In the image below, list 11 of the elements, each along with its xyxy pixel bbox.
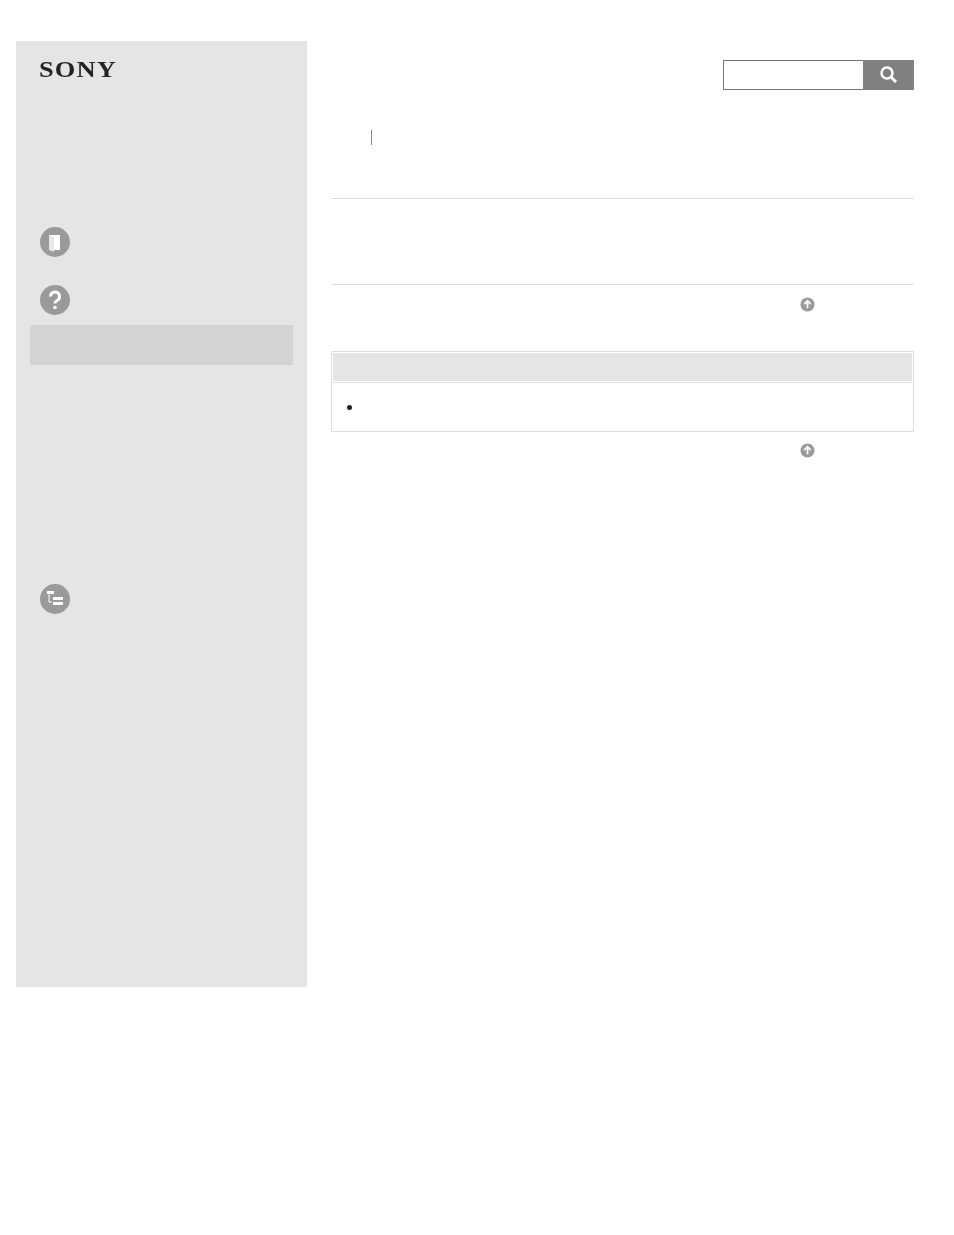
search-field[interactable] xyxy=(723,60,863,90)
tree-icon[interactable] xyxy=(39,583,71,615)
search-button[interactable] xyxy=(863,60,914,90)
brand-logo[interactable]: SONY xyxy=(39,58,118,81)
book-icon[interactable] xyxy=(39,226,71,258)
search-icon xyxy=(878,65,899,85)
back-to-top-icon[interactable] xyxy=(800,297,815,312)
bullet-icon xyxy=(347,405,352,410)
separator-bar xyxy=(371,130,372,145)
back-to-top-icon[interactable] xyxy=(800,443,815,458)
help-icon[interactable] xyxy=(39,284,71,316)
